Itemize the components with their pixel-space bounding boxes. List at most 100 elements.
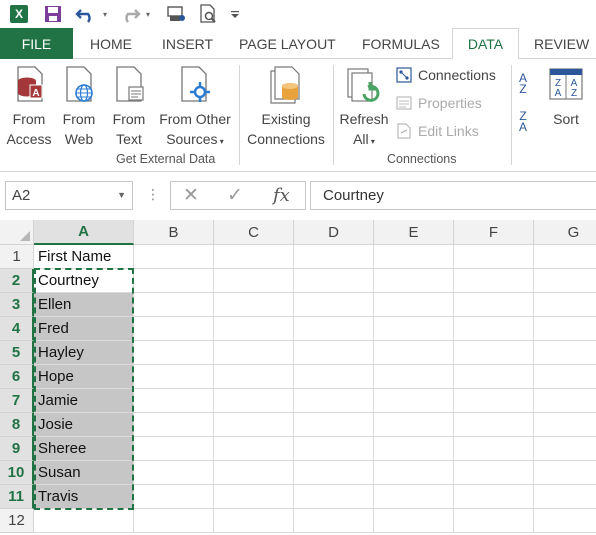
cell-g3[interactable] [534,293,596,317]
redo-icon[interactable] [118,3,142,25]
cell-e6[interactable] [374,365,454,389]
sort-button[interactable]: Z A A Z Sort [546,65,586,129]
cell-e2[interactable] [374,269,454,293]
cell-g7[interactable] [534,389,596,413]
cell-d10[interactable] [294,461,374,485]
row-header-2[interactable]: 2 [0,269,34,293]
column-header-a[interactable]: A [34,220,134,245]
cell-a7[interactable]: Jamie [34,389,134,413]
cell-a2[interactable]: Courtney [34,269,134,293]
cell-e12[interactable] [374,509,454,533]
tab-page-layout[interactable]: PAGE LAYOUT [239,28,336,59]
cell-f6[interactable] [454,365,534,389]
cell-d3[interactable] [294,293,374,317]
cell-e9[interactable] [374,437,454,461]
cell-g6[interactable] [534,365,596,389]
cell-e8[interactable] [374,413,454,437]
cell-c3[interactable] [214,293,294,317]
cell-e10[interactable] [374,461,454,485]
cell-b7[interactable] [134,389,214,413]
edit-links-button[interactable]: Edit Links [396,123,479,139]
cell-a6[interactable]: Hope [34,365,134,389]
cell-g2[interactable] [534,269,596,293]
cell-b5[interactable] [134,341,214,365]
cell-e5[interactable] [374,341,454,365]
cell-b9[interactable] [134,437,214,461]
cell-d9[interactable] [294,437,374,461]
formula-bar-grip-icon[interactable]: ⋮ [146,186,160,203]
cell-a11[interactable]: Travis [34,485,134,509]
select-all-button[interactable] [0,220,34,245]
row-header-12[interactable]: 12 [0,509,34,533]
cell-c2[interactable] [214,269,294,293]
tab-formulas[interactable]: FORMULAS [362,28,440,59]
cell-b4[interactable] [134,317,214,341]
cell-a1[interactable]: First Name [34,245,134,269]
cell-a5[interactable]: Hayley [34,341,134,365]
row-header-4[interactable]: 4 [0,317,34,341]
column-header-b[interactable]: B [134,220,214,245]
cell-g10[interactable] [534,461,596,485]
cell-e4[interactable] [374,317,454,341]
undo-icon[interactable] [74,3,98,25]
cell-f3[interactable] [454,293,534,317]
from-other-sources-button[interactable]: From Other Sources ▾ [156,65,234,152]
row-header-6[interactable]: 6 [0,365,34,389]
row-header-5[interactable]: 5 [0,341,34,365]
row-header-11[interactable]: 11 [0,485,34,509]
cell-d8[interactable] [294,413,374,437]
column-header-c[interactable]: C [214,220,294,245]
cell-f9[interactable] [454,437,534,461]
worksheet-grid[interactable]: A B C D E F G 1 First Name 2 Courtney 3 Ellen… [0,220,596,535]
cell-b12[interactable] [134,509,214,533]
column-header-d[interactable]: D [294,220,374,245]
cell-b2[interactable] [134,269,214,293]
enter-icon[interactable]: ✓ [227,184,243,207]
cell-f5[interactable] [454,341,534,365]
cell-e3[interactable] [374,293,454,317]
cell-a9[interactable]: Sheree [34,437,134,461]
cell-c10[interactable] [214,461,294,485]
tab-review[interactable]: REVIEW [534,28,589,59]
cell-b3[interactable] [134,293,214,317]
cell-g11[interactable] [534,485,596,509]
cell-f2[interactable] [454,269,534,293]
cell-g5[interactable] [534,341,596,365]
cell-g4[interactable] [534,317,596,341]
existing-connections-button[interactable]: Existing Connections [243,65,329,149]
from-text-button[interactable]: From Text [108,65,150,149]
row-header-3[interactable]: 3 [0,293,34,317]
connections-button[interactable]: Connections [396,67,496,83]
cell-d6[interactable] [294,365,374,389]
cell-c9[interactable] [214,437,294,461]
cell-g8[interactable] [534,413,596,437]
cell-e1[interactable] [374,245,454,269]
cell-f4[interactable] [454,317,534,341]
sort-z-to-a-button[interactable]: Z A [519,110,527,133]
row-header-7[interactable]: 7 [0,389,34,413]
print-preview-icon[interactable] [197,3,219,25]
tab-insert[interactable]: INSERT [162,28,213,59]
cell-f12[interactable] [454,509,534,533]
cell-e11[interactable] [374,485,454,509]
cell-b1[interactable] [134,245,214,269]
cell-a3[interactable]: Ellen [34,293,134,317]
cell-f7[interactable] [454,389,534,413]
tab-file[interactable]: FILE [0,28,73,59]
sort-a-to-z-button[interactable]: A Z [519,72,527,95]
cell-d2[interactable] [294,269,374,293]
name-box-dropdown-icon[interactable]: ▼ [117,182,126,209]
properties-button[interactable]: Properties [396,95,482,111]
cell-d12[interactable] [294,509,374,533]
cell-c6[interactable] [214,365,294,389]
touch-mode-icon[interactable] [165,3,187,25]
tab-home[interactable]: HOME [90,28,132,59]
row-header-10[interactable]: 10 [0,461,34,485]
customize-qat-icon[interactable] [228,3,242,25]
cell-c5[interactable] [214,341,294,365]
cell-d7[interactable] [294,389,374,413]
row-header-9[interactable]: 9 [0,437,34,461]
cell-g12[interactable] [534,509,596,533]
refresh-all-button[interactable]: Refresh All ▾ [336,65,392,152]
cell-c11[interactable] [214,485,294,509]
